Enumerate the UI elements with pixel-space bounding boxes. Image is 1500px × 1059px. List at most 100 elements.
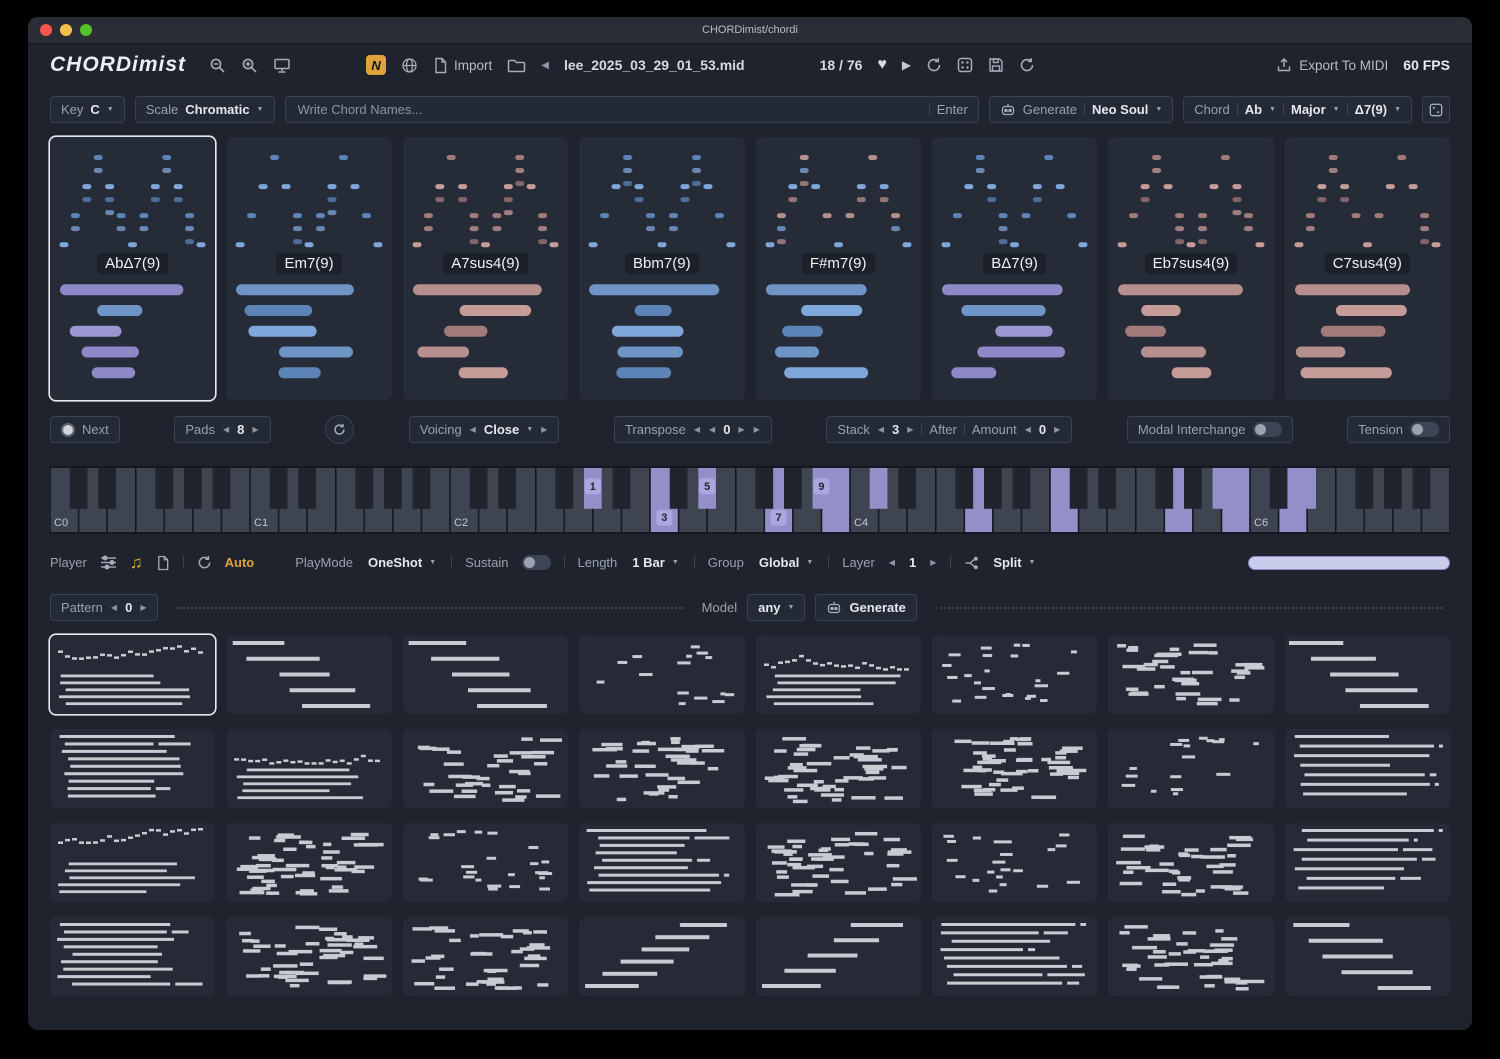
amount-decrement[interactable]: ◀: [1024, 425, 1032, 434]
pattern-tile[interactable]: [402, 729, 569, 808]
pattern-tile[interactable]: [579, 729, 745, 808]
folder-icon[interactable]: [507, 58, 526, 73]
chord-pad[interactable]: Bbm7(9): [579, 137, 745, 400]
pattern-tile[interactable]: [226, 635, 392, 714]
pattern-tile[interactable]: [50, 635, 216, 714]
nks-badge-icon[interactable]: N: [366, 55, 387, 75]
pattern-tile[interactable]: [1284, 823, 1450, 902]
pattern-tile[interactable]: [226, 917, 392, 996]
playmode-select[interactable]: OneShot ▼: [366, 549, 438, 576]
previous-file-icon[interactable]: ◀: [541, 60, 549, 71]
reload-icon[interactable]: [926, 57, 942, 73]
layer-decrement[interactable]: ◀: [888, 558, 896, 567]
pattern-tile[interactable]: [755, 729, 921, 808]
pattern-tile[interactable]: [226, 729, 392, 808]
root-select[interactable]: Ab: [1245, 102, 1262, 117]
transpose-octave-down[interactable]: ◀: [693, 425, 701, 434]
chord-pad[interactable]: BΔ7(9): [931, 137, 1098, 400]
modal-interchange-toggle[interactable]: [1252, 422, 1282, 437]
pattern-tile[interactable]: [50, 917, 216, 996]
pattern-tile[interactable]: [226, 823, 392, 902]
chord-pad[interactable]: F#m7(9): [755, 137, 921, 400]
pattern-tile[interactable]: [402, 635, 569, 714]
play-icon[interactable]: ▶: [902, 58, 911, 72]
pattern-tile[interactable]: [1108, 823, 1274, 902]
pattern-tile[interactable]: [1108, 917, 1274, 996]
pattern-tile[interactable]: [755, 917, 921, 996]
player-progress-bar[interactable]: [1248, 555, 1450, 570]
pattern-tile[interactable]: [579, 635, 745, 714]
auto-button[interactable]: Auto: [225, 555, 255, 570]
voicing-next[interactable]: ▶: [540, 425, 548, 434]
chord-name-input[interactable]: [295, 101, 922, 118]
sustain-toggle[interactable]: [521, 555, 551, 570]
pattern-tile[interactable]: [755, 823, 921, 902]
scale-select[interactable]: Scale Chromatic ▼: [134, 96, 275, 123]
pattern-tile[interactable]: [1284, 917, 1450, 996]
pattern-tile[interactable]: [1284, 635, 1450, 714]
browser-globe-icon[interactable]: [401, 57, 418, 74]
pattern-tile[interactable]: [931, 635, 1098, 714]
chord-pad[interactable]: AbΔ7(9): [50, 137, 216, 400]
pattern-tile[interactable]: [50, 729, 216, 808]
refresh-icon[interactable]: [1019, 57, 1035, 73]
randomize-chord-button[interactable]: [1422, 96, 1450, 123]
pattern-tile[interactable]: [1108, 635, 1274, 714]
amount-increment[interactable]: ▶: [1053, 425, 1061, 434]
pattern-tile[interactable]: [402, 823, 569, 902]
transpose-octave-up[interactable]: ▶: [753, 425, 761, 434]
stack-increment[interactable]: ▶: [906, 425, 914, 434]
save-icon[interactable]: [988, 57, 1004, 73]
voicing-prev[interactable]: ◀: [469, 425, 477, 434]
chord-pad[interactable]: Eb7sus4(9): [1108, 137, 1274, 400]
music-notes-icon[interactable]: ♫: [130, 553, 143, 573]
quality-select[interactable]: Major: [1291, 102, 1326, 117]
chord-pad[interactable]: Em7(9): [226, 137, 392, 400]
voicing-value[interactable]: Close: [484, 422, 519, 437]
favorite-heart-icon[interactable]: ♥: [877, 56, 887, 74]
generate-pattern-button[interactable]: Generate: [815, 594, 917, 621]
pads-increment[interactable]: ▶: [251, 425, 259, 434]
chord-pad[interactable]: A7sus4(9): [402, 137, 569, 400]
cycle-pads-button[interactable]: [325, 415, 355, 444]
tension-toggle[interactable]: [1409, 422, 1439, 437]
enter-button[interactable]: Enter: [937, 102, 968, 117]
model-select[interactable]: any ▼: [747, 594, 806, 621]
zoom-in-icon[interactable]: [241, 57, 258, 74]
next-mode-button[interactable]: Next: [50, 416, 120, 443]
dice-icon[interactable]: [957, 57, 973, 73]
layer-increment[interactable]: ▶: [929, 558, 937, 567]
sliders-icon[interactable]: [100, 555, 117, 570]
pattern-tile[interactable]: [579, 823, 745, 902]
pads-decrement[interactable]: ◀: [222, 425, 230, 434]
chord-pad[interactable]: C7sus4(9): [1284, 137, 1450, 400]
pattern-tile[interactable]: [579, 917, 745, 996]
export-midi-button[interactable]: Export To MIDI: [1276, 57, 1388, 73]
transpose-up[interactable]: ▶: [737, 425, 745, 434]
presentation-icon[interactable]: [273, 57, 291, 74]
transpose-down[interactable]: ◀: [708, 425, 716, 434]
file-icon[interactable]: [156, 555, 170, 571]
pattern-tile[interactable]: [1108, 729, 1274, 808]
piano-keyboard[interactable]: [50, 466, 1450, 534]
extension-select[interactable]: Δ7(9): [1355, 102, 1387, 117]
after-label[interactable]: After: [929, 422, 956, 437]
pattern-tile[interactable]: [755, 635, 921, 714]
pattern-tile[interactable]: [931, 917, 1098, 996]
generate-chords-button[interactable]: Generate: [1023, 102, 1077, 117]
pattern-decrement[interactable]: ◀: [110, 603, 118, 612]
pattern-tile[interactable]: [931, 823, 1098, 902]
pattern-tile[interactable]: [1284, 729, 1450, 808]
split-select[interactable]: Split ▼: [991, 549, 1037, 576]
auto-refresh-icon[interactable]: [197, 555, 212, 570]
zoom-out-icon[interactable]: [209, 57, 226, 74]
key-select[interactable]: Key C ▼: [50, 96, 125, 123]
style-select-value[interactable]: Neo Soul: [1092, 102, 1148, 117]
group-select[interactable]: Global ▼: [757, 549, 815, 576]
pattern-tile[interactable]: [931, 729, 1098, 808]
import-button[interactable]: Import: [433, 57, 492, 74]
length-select[interactable]: 1 Bar ▼: [630, 549, 680, 576]
pattern-tile[interactable]: [402, 917, 569, 996]
stack-decrement[interactable]: ◀: [877, 425, 885, 434]
pattern-increment[interactable]: ▶: [139, 603, 147, 612]
